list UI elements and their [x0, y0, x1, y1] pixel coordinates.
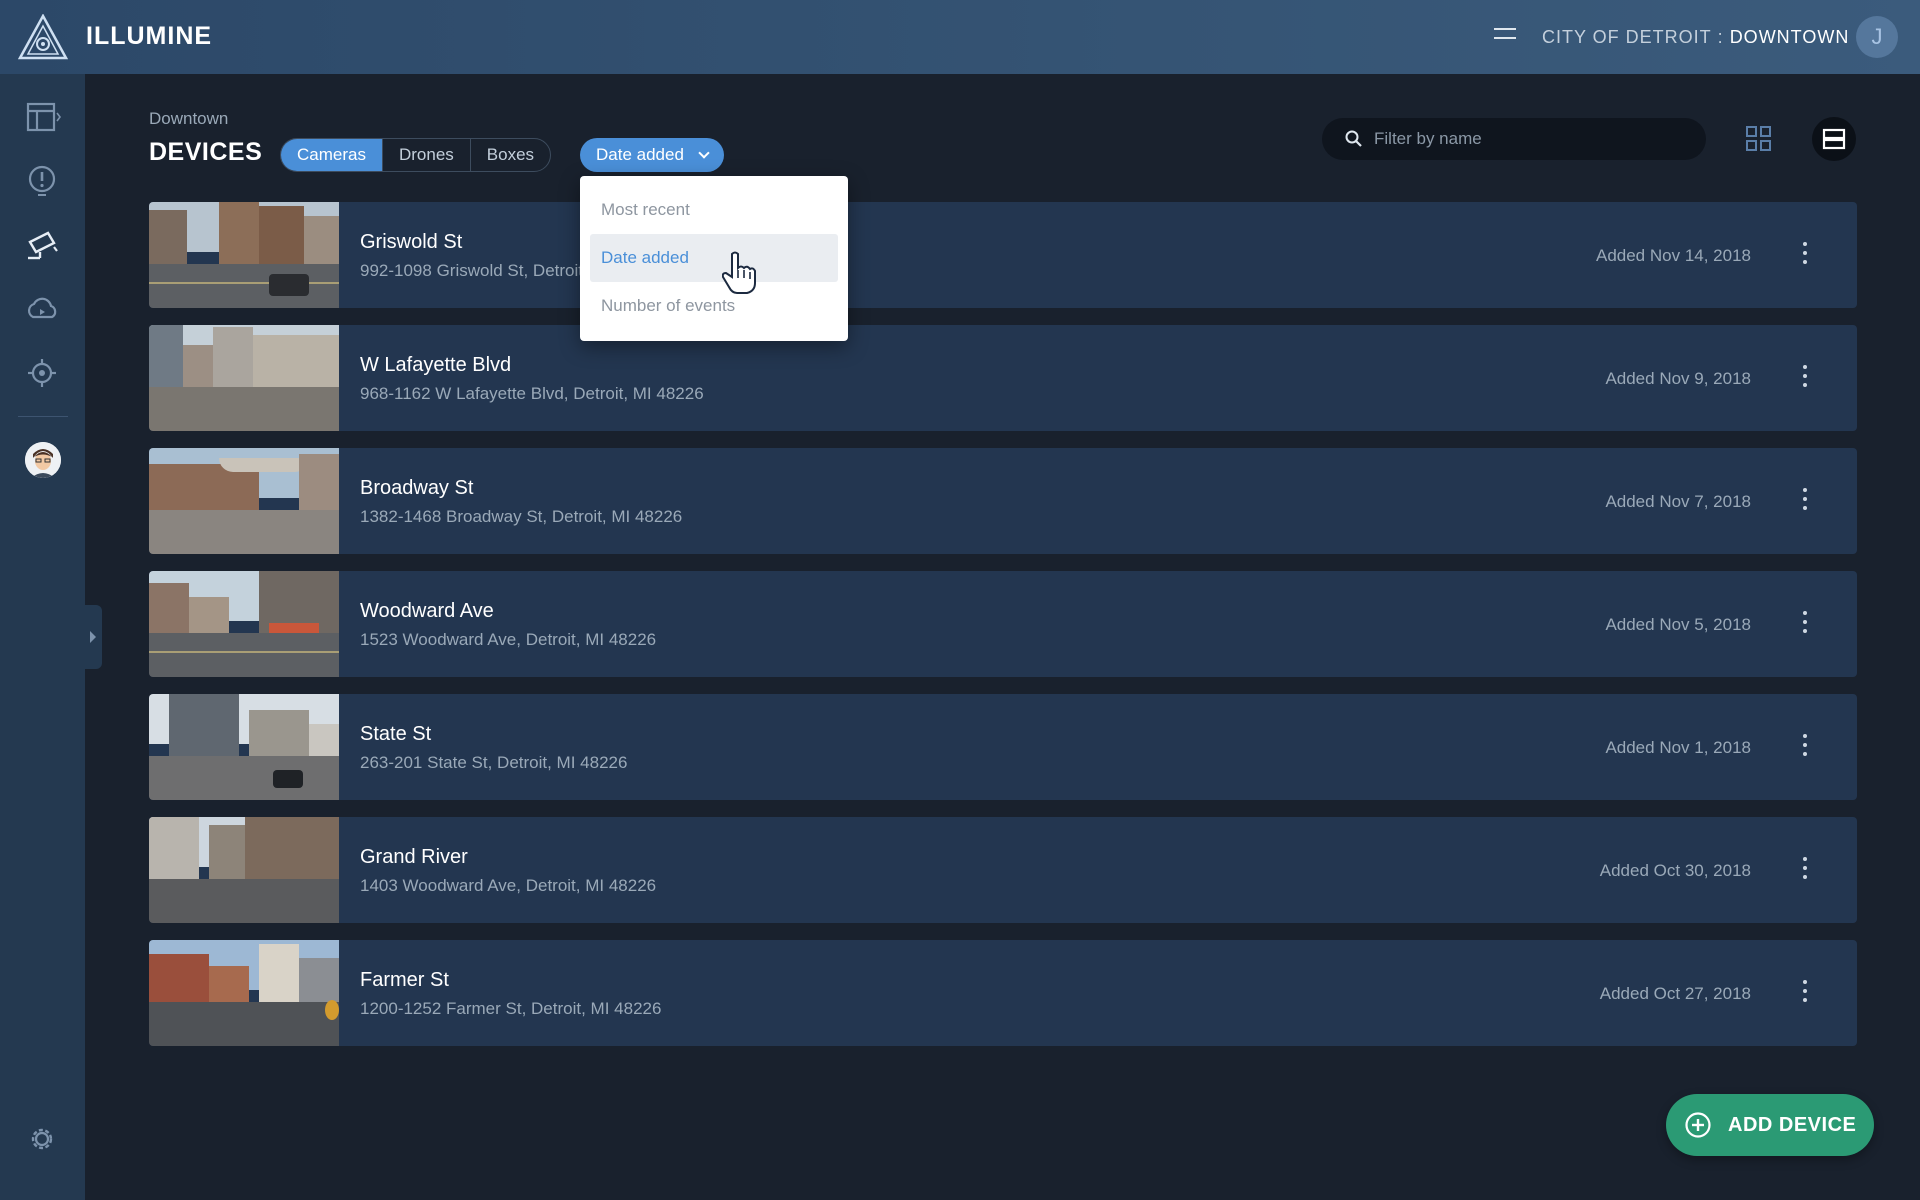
- chevron-down-icon: [698, 147, 710, 159]
- device-address: 1382-1468 Broadway St, Detroit, MI 48226: [360, 507, 683, 526]
- search-input[interactable]: [1374, 129, 1694, 149]
- sidebar: [0, 74, 85, 1200]
- sort-label: Date added: [596, 145, 684, 164]
- cloud-icon: [27, 297, 57, 319]
- add-device-label: ADD DEVICE: [1728, 1113, 1857, 1136]
- menu-icon[interactable]: [1494, 28, 1516, 46]
- avatar-illustration-icon: [25, 442, 61, 478]
- device-date-added: Added Oct 27, 2018: [1599, 984, 1751, 1003]
- more-options-icon[interactable]: [1799, 980, 1811, 1008]
- device-name: W Lafayette Blvd: [360, 354, 512, 376]
- add-device-button[interactable]: ADD DEVICE: [1666, 1094, 1874, 1156]
- tab-boxes[interactable]: Boxes: [469, 139, 550, 171]
- sort-dropdown-button[interactable]: Date added: [580, 138, 724, 172]
- sort-option-date-added[interactable]: Date added: [590, 234, 838, 282]
- illumine-logo-icon: [18, 14, 68, 60]
- device-name: Broadway St: [360, 477, 474, 499]
- sidebar-expand-toggle[interactable]: [85, 605, 102, 669]
- device-name: State St: [360, 723, 432, 745]
- more-options-icon[interactable]: [1799, 488, 1811, 516]
- list-view-icon: [1822, 128, 1846, 150]
- device-thumbnail: [149, 571, 339, 677]
- device-row[interactable]: Griswold St 992-1098 Griswold St, Detroi…: [149, 202, 1857, 308]
- more-options-icon[interactable]: [1799, 242, 1811, 270]
- device-row[interactable]: Broadway St 1382-1468 Broadway St, Detro…: [149, 448, 1857, 554]
- search-box[interactable]: [1322, 118, 1706, 160]
- sort-option-most-recent[interactable]: Most recent: [590, 186, 838, 234]
- device-date-added: Added Nov 7, 2018: [1605, 492, 1751, 511]
- device-row[interactable]: Grand River 1403 Woodward Ave, Detroit, …: [149, 817, 1857, 923]
- device-thumbnail: [149, 448, 339, 554]
- tab-drones[interactable]: Drones: [381, 139, 470, 171]
- sidebar-item-dashboard[interactable]: [24, 98, 62, 136]
- device-date-added: Added Nov 14, 2018: [1595, 246, 1751, 265]
- sidebar-item-cloud[interactable]: [24, 290, 62, 328]
- alert-icon: [28, 165, 56, 196]
- device-date-added: Added Oct 30, 2018: [1599, 861, 1751, 880]
- device-address: 1403 Woodward Ave, Detroit, MI 48226: [360, 876, 657, 895]
- user-avatar[interactable]: J: [1856, 16, 1898, 58]
- more-options-icon[interactable]: [1799, 365, 1811, 393]
- device-type-tabs: Cameras Drones Boxes: [280, 138, 552, 172]
- top-bar: ILLUMINE CITY OF DETROIT: DOWNTOWN J: [0, 0, 1920, 74]
- device-thumbnail: [149, 325, 339, 431]
- camera-icon: [28, 231, 58, 260]
- sidebar-item-alerts[interactable]: [24, 162, 62, 200]
- device-thumbnail: [149, 817, 339, 923]
- more-options-icon[interactable]: [1799, 857, 1811, 885]
- device-date-added: Added Nov 9, 2018: [1605, 369, 1751, 388]
- device-row[interactable]: W Lafayette Blvd 968-1162 W Lafayette Bl…: [149, 325, 1857, 431]
- sidebar-item-targets[interactable]: [24, 354, 62, 392]
- device-thumbnail: [149, 202, 339, 308]
- tab-cameras[interactable]: Cameras: [281, 139, 382, 171]
- brand-name: ILLUMINE: [86, 22, 213, 50]
- city-name: CITY OF DETROIT: [1542, 27, 1712, 47]
- device-name: Griswold St: [360, 231, 463, 253]
- settings-icon: [31, 1128, 53, 1150]
- device-thumbnail: [149, 694, 339, 800]
- target-icon: [28, 359, 56, 387]
- device-address: 1523 Woodward Ave, Detroit, MI 48226: [360, 630, 657, 649]
- more-options-icon[interactable]: [1799, 734, 1811, 762]
- device-thumbnail: [149, 940, 339, 1046]
- profile-avatar[interactable]: [25, 442, 61, 478]
- page-title: DEVICES: [149, 138, 263, 166]
- device-row[interactable]: Woodward Ave 1523 Woodward Ave, Detroit,…: [149, 571, 1857, 677]
- breadcrumb[interactable]: Downtown: [149, 109, 228, 129]
- device-date-added: Added Nov 5, 2018: [1605, 615, 1751, 634]
- device-address: 263-201 State St, Detroit, MI 48226: [360, 753, 628, 772]
- sidebar-divider: [18, 416, 68, 417]
- location-label[interactable]: CITY OF DETROIT: DOWNTOWN: [1542, 27, 1849, 48]
- device-address: 968-1162 W Lafayette Blvd, Detroit, MI 4…: [360, 384, 704, 403]
- grid-view-icon[interactable]: [1742, 122, 1776, 156]
- device-row[interactable]: Farmer St 1200-1252 Farmer St, Detroit, …: [149, 940, 1857, 1046]
- device-name: Farmer St: [360, 969, 449, 991]
- sort-option-number-of-events[interactable]: Number of events: [590, 282, 838, 330]
- more-options-icon[interactable]: [1799, 611, 1811, 639]
- list-view-button[interactable]: [1812, 117, 1856, 161]
- device-address: 1200-1252 Farmer St, Detroit, MI 48226: [360, 999, 662, 1018]
- device-date-added: Added Nov 1, 2018: [1605, 738, 1751, 757]
- device-row[interactable]: State St 263-201 State St, Detroit, MI 4…: [149, 694, 1857, 800]
- device-name: Grand River: [360, 846, 468, 868]
- location-separator: :: [1717, 27, 1724, 47]
- device-name: Woodward Ave: [360, 600, 494, 622]
- device-list: Griswold St 992-1098 Griswold St, Detroi…: [149, 202, 1857, 1063]
- sidebar-item-settings[interactable]: [24, 1120, 62, 1158]
- search-icon: [1345, 130, 1362, 147]
- plus-circle-icon: [1685, 1112, 1711, 1138]
- sort-menu: Most recent Date added Number of events: [580, 176, 848, 341]
- hand-pointer-icon: [722, 251, 756, 294]
- district-name: DOWNTOWN: [1729, 27, 1850, 47]
- dashboard-icon: [26, 102, 61, 132]
- sidebar-item-cameras[interactable]: [24, 226, 62, 264]
